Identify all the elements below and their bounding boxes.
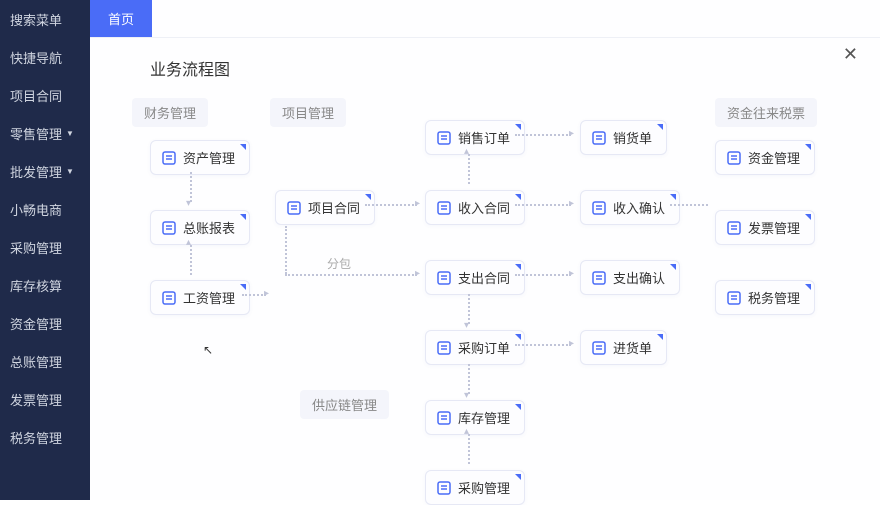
section-label-funds: 资金往来税票 <box>715 98 817 127</box>
document-icon <box>591 200 607 216</box>
node-label: 收入合同 <box>458 198 510 217</box>
document-icon <box>726 290 742 306</box>
node-receipt-note[interactable]: 进货单 <box>580 330 667 365</box>
node-tax-mgmt[interactable]: 税务管理 <box>715 280 815 315</box>
node-label: 项目合同 <box>308 198 360 217</box>
sidebar-item-label: 批发管理 <box>10 162 62 181</box>
sidebar-item-ledger[interactable]: 总账管理 <box>0 342 90 380</box>
document-icon <box>286 200 302 216</box>
node-sales-order[interactable]: 销售订单 <box>425 120 525 155</box>
sidebar-item-label: 项目合同 <box>10 86 62 105</box>
document-icon <box>436 130 452 146</box>
close-icon: ✕ <box>843 44 858 64</box>
node-label: 发票管理 <box>748 218 800 237</box>
node-asset-mgmt[interactable]: 资产管理 <box>150 140 250 175</box>
node-label: 总账报表 <box>183 218 235 237</box>
node-label: 工资管理 <box>183 288 235 307</box>
cursor-icon: ↖ <box>203 343 213 357</box>
node-label: 库存管理 <box>458 408 510 427</box>
sidebar: 搜索菜单 快捷导航 项目合同 零售管理 ▼ 批发管理 ▼ 小畅电商 采购管理 库存核… <box>0 0 90 500</box>
sidebar-item-retail[interactable]: 零售管理 ▼ <box>0 114 90 152</box>
node-fund-mgmt[interactable]: 资金管理 <box>715 140 815 175</box>
node-expense-contract[interactable]: 支出合同 <box>425 260 525 295</box>
sidebar-item-label: 快捷导航 <box>10 48 62 67</box>
node-label: 采购管理 <box>458 478 510 497</box>
section-label-project: 项目管理 <box>270 98 346 127</box>
document-icon <box>591 340 607 356</box>
sidebar-item-label: 小畅电商 <box>10 200 62 219</box>
document-icon <box>436 480 452 496</box>
node-expense-confirm[interactable]: 支出确认 <box>580 260 680 295</box>
sidebar-item-quicknav[interactable]: 快捷导航 <box>0 38 90 76</box>
page-title: 业务流程图 <box>90 38 880 90</box>
node-delivery-note[interactable]: 销货单 <box>580 120 667 155</box>
document-icon <box>161 290 177 306</box>
sidebar-item-funds[interactable]: 资金管理 <box>0 304 90 342</box>
node-purchase-order[interactable]: 采购订单 <box>425 330 525 365</box>
sidebar-item-project-contract[interactable]: 项目合同 <box>0 76 90 114</box>
document-icon <box>436 200 452 216</box>
sidebar-item-ecommerce[interactable]: 小畅电商 <box>0 190 90 228</box>
section-label-supply: 供应链管理 <box>300 390 389 419</box>
node-label: 采购订单 <box>458 338 510 357</box>
sidebar-item-label: 库存核算 <box>10 276 62 295</box>
caret-down-icon: ▼ <box>66 129 74 138</box>
tab-label: 首页 <box>108 9 134 28</box>
sidebar-item-label: 零售管理 <box>10 124 62 143</box>
sidebar-item-label: 资金管理 <box>10 314 62 333</box>
document-icon <box>726 150 742 166</box>
document-icon <box>591 270 607 286</box>
sidebar-item-purchase[interactable]: 采购管理 <box>0 228 90 266</box>
node-invoice-mgmt[interactable]: 发票管理 <box>715 210 815 245</box>
tab-home[interactable]: 首页 <box>90 0 152 37</box>
node-ledger-report[interactable]: 总账报表 <box>150 210 250 245</box>
sidebar-item-label: 采购管理 <box>10 238 62 257</box>
tabbar: 首页 <box>90 0 880 38</box>
node-salary-mgmt[interactable]: 工资管理 <box>150 280 250 315</box>
node-income-confirm[interactable]: 收入确认 <box>580 190 680 225</box>
node-label: 支出合同 <box>458 268 510 287</box>
sidebar-item-tax[interactable]: 税务管理 <box>0 418 90 456</box>
sidebar-item-label: 总账管理 <box>10 352 62 371</box>
document-icon <box>436 410 452 426</box>
sidebar-item-wholesale[interactable]: 批发管理 ▼ <box>0 152 90 190</box>
node-label: 销货单 <box>613 128 652 147</box>
node-label: 支出确认 <box>613 268 665 287</box>
document-icon <box>436 340 452 356</box>
sidebar-item-label: 搜索菜单 <box>10 10 62 29</box>
sidebar-item-inventory[interactable]: 库存核算 <box>0 266 90 304</box>
node-project-contract[interactable]: 项目合同 <box>275 190 375 225</box>
main: 首页 业务流程图 ✕ 财务管理 项目管理 资金往来税票 供应链管理 分包 资产管… <box>90 0 880 500</box>
caret-down-icon: ▼ <box>66 167 74 176</box>
document-icon <box>161 220 177 236</box>
document-icon <box>726 220 742 236</box>
sidebar-item-label: 发票管理 <box>10 390 62 409</box>
sidebar-item-label: 税务管理 <box>10 428 62 447</box>
sidebar-item-search[interactable]: 搜索菜单 <box>0 0 90 38</box>
node-label: 资金管理 <box>748 148 800 167</box>
document-icon <box>436 270 452 286</box>
sidebar-item-invoice[interactable]: 发票管理 <box>0 380 90 418</box>
node-label: 资产管理 <box>183 148 235 167</box>
flow-diagram: 财务管理 项目管理 资金往来税票 供应链管理 分包 资产管理 总账报表 工资管理… <box>90 90 880 500</box>
close-button[interactable]: ✕ <box>843 44 858 65</box>
document-icon <box>591 130 607 146</box>
node-label: 销售订单 <box>458 128 510 147</box>
document-icon <box>161 150 177 166</box>
node-label: 税务管理 <box>748 288 800 307</box>
node-income-contract[interactable]: 收入合同 <box>425 190 525 225</box>
node-label: 进货单 <box>613 338 652 357</box>
node-inventory-mgmt[interactable]: 库存管理 <box>425 400 525 435</box>
section-label-finance: 财务管理 <box>132 98 208 127</box>
subcontract-label: 分包 <box>327 255 351 272</box>
node-label: 收入确认 <box>613 198 665 217</box>
